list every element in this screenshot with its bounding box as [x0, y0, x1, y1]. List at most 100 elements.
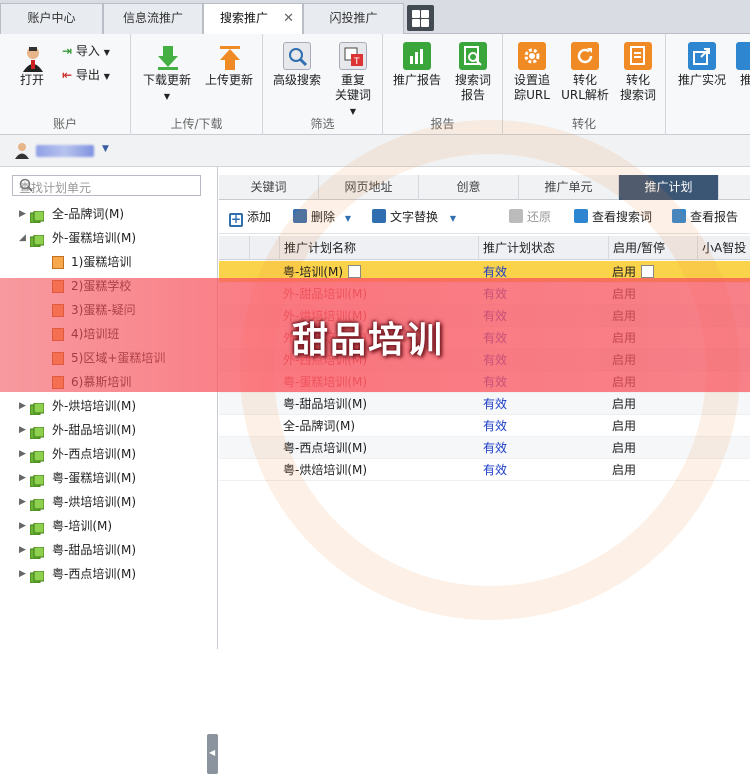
plan-name: 全-品牌词(M) [283, 419, 356, 433]
delete-button[interactable]: 删除 ▼ [293, 209, 351, 227]
plan-name-cell[interactable]: 粤-培训(M) [283, 261, 478, 283]
header-plan-name[interactable]: 推广计划名称 [279, 236, 478, 260]
tree-plan-item[interactable]: ▶ 外-烘培培训(M) [0, 395, 206, 417]
chevron-down-icon[interactable]: ▼ [102, 144, 109, 154]
view-search-terms-button[interactable]: 查看搜索词 [574, 209, 652, 225]
advanced-search-button[interactable]: 高级搜索 [269, 42, 325, 88]
tree-unit-item[interactable]: 6)慕斯培训 [0, 371, 206, 393]
plan-name-cell[interactable]: 全-品牌词(M) [283, 415, 478, 437]
tree-plan-item[interactable]: ▶ 全-品牌词(M) [0, 203, 206, 225]
tree-plan-item[interactable]: ▶ 粤-甜品培训(M) [0, 539, 206, 561]
view-search-label: 查看搜索词 [592, 210, 653, 224]
expand-right-icon[interactable]: ▶ [19, 395, 26, 417]
set-tracking-url-button[interactable]: 设置追 踪URL [507, 42, 557, 103]
tree-plan-item[interactable]: ▶ 外-西点培训(M) [0, 443, 206, 465]
edit-icon[interactable] [348, 265, 362, 278]
plan-name-cell[interactable]: 粤-蛋糕培训(M) [283, 371, 478, 393]
table-row[interactable]: 全-品牌词(M) 有效 启用 [219, 415, 750, 437]
conversion-search-term-button[interactable]: 转化 搜索词 [613, 42, 663, 103]
expand-right-icon[interactable]: ▶ [19, 515, 26, 537]
tab-creatives[interactable]: 创意 [419, 175, 519, 200]
enable-state-cell[interactable]: 启用 [612, 393, 697, 415]
account-name-blurred[interactable] [36, 145, 94, 157]
table-row[interactable]: 粤-蛋糕培训(M) 有效 启用 [219, 371, 750, 393]
tree-unit-item[interactable]: 4)培训班 [0, 323, 206, 345]
enable-state-cell[interactable]: 启用 [612, 349, 697, 371]
tree-plan-item[interactable]: ▶ 外-甜品培训(M) [0, 419, 206, 441]
add-button[interactable]: + 添加 [229, 209, 271, 227]
import-label: 导入 [75, 44, 100, 58]
expand-right-icon[interactable]: ▶ [19, 563, 26, 585]
enable-state-cell[interactable]: 启用 [612, 261, 697, 283]
open-button[interactable]: 打开 [10, 42, 54, 88]
tree-plan-item[interactable]: ▶ 粤-蛋糕培训(M) [0, 467, 206, 489]
header-smart-bid[interactable]: 小A智投 [697, 236, 750, 260]
collapse-handle[interactable]: ◀ [207, 734, 218, 774]
tab-keywords[interactable]: 关键词 [219, 175, 319, 200]
enable-state-cell[interactable]: 启用 [612, 305, 697, 327]
more-button[interactable]: 推 [736, 42, 750, 88]
table-row[interactable]: 粤-西点培训(M) 有效 启用 [219, 437, 750, 459]
tab-flash-promo[interactable]: 闪投推广 [303, 3, 404, 34]
tab-units[interactable]: 推广单元 [519, 175, 619, 200]
expand-down-icon[interactable]: ◢ [19, 227, 26, 249]
conversion-url-parse-button[interactable]: 转化 URL解析 [559, 42, 611, 103]
promo-live-button[interactable]: 推广实况 [674, 42, 730, 88]
plan-name-cell[interactable]: 粤-西点培训(M) [283, 437, 478, 459]
tree-plan-item[interactable]: ▶ 粤-西点培训(M) [0, 563, 206, 585]
tree-plan-item[interactable]: ▶ 粤-培训(M) [0, 515, 206, 537]
duplicate-keyword-button[interactable]: T 重复 关键词 ▼ [327, 42, 379, 119]
tree-plan-item[interactable]: ▶ 粤-烘培培训(M) [0, 491, 206, 513]
tree-unit-item[interactable]: 3)蛋糕-疑问 [0, 299, 206, 321]
enable-state-cell[interactable]: 启用 [612, 437, 697, 459]
tab-search-promo[interactable]: 搜索推广 ✕ [203, 3, 303, 35]
enable-state-cell[interactable]: 启用 [612, 459, 697, 481]
tab-urls[interactable]: 网页地址 [319, 175, 419, 200]
expand-right-icon[interactable]: ▶ [19, 539, 26, 561]
restore-button[interactable]: 还原 [509, 209, 551, 225]
expand-right-icon[interactable]: ▶ [19, 419, 26, 441]
enable-state-cell[interactable]: 启用 [612, 327, 697, 349]
tab-label: 信息流推广 [122, 11, 183, 25]
tree-plan-item[interactable]: ◢ 外-蛋糕培训(M) [0, 227, 206, 249]
tree-unit-item[interactable]: 2)蛋糕学校 [0, 275, 206, 297]
tree-unit-item[interactable]: 5)区域+蛋糕培训 [0, 347, 206, 369]
expand-right-icon[interactable]: ▶ [19, 443, 26, 465]
enable-state-cell[interactable]: 启用 [612, 283, 697, 305]
expand-right-icon[interactable]: ▶ [19, 203, 26, 225]
tab-account-center[interactable]: 账户中心 [0, 3, 103, 34]
tab-plans[interactable]: 推广计划 [619, 175, 719, 200]
table-row[interactable]: 外-甜品培训(M) 有效 启用 [219, 283, 750, 305]
text-replace-button[interactable]: 文字替换 ▼ [372, 209, 456, 227]
header-plan-status[interactable]: 推广计划状态 [478, 236, 608, 260]
plan-name-cell[interactable]: 粤-烘焙培训(M) [283, 459, 478, 481]
search-term-report-button[interactable]: 搜索词 报告 [447, 42, 499, 103]
export-button[interactable]: ⇤ 导出 ▼ [62, 66, 110, 83]
search-icon[interactable] [19, 178, 33, 192]
download-update-button[interactable]: 下载更新 ▼ [137, 42, 197, 104]
expand-right-icon[interactable]: ▶ [19, 491, 26, 513]
edit-icon[interactable] [641, 265, 655, 278]
plan-status-cell: 有效 [483, 437, 608, 459]
plan-name-cell[interactable]: 粤-甜品培训(M) [283, 393, 478, 415]
tab-feed-promo[interactable]: 信息流推广 [103, 3, 203, 34]
promo-report-button[interactable]: 推广报告 [389, 42, 445, 88]
tree-unit-item[interactable]: 1)蛋糕培训 [0, 251, 206, 273]
enable-state: 启用 [612, 397, 637, 411]
header-enable-pause[interactable]: 启用/暂停 [608, 236, 697, 260]
table-row[interactable]: 粤-培训(M) 有效 启用 [219, 261, 750, 283]
plan-name-cell[interactable]: 外-甜品培训(M) [283, 283, 478, 305]
tab-label: 闪投推广 [329, 11, 378, 25]
enable-state-cell[interactable]: 启用 [612, 371, 697, 393]
table-row[interactable]: 粤-甜品培训(M) 有效 启用 [219, 393, 750, 415]
import-button[interactable]: ⇥ 导入 ▼ [62, 42, 110, 59]
expand-right-icon[interactable]: ▶ [19, 467, 26, 489]
enable-state-cell[interactable]: 启用 [612, 415, 697, 437]
close-icon[interactable]: ✕ [283, 4, 294, 33]
table-row[interactable]: 粤-烘焙培训(M) 有效 启用 [219, 459, 750, 481]
search-input[interactable]: 查找计划单元 [12, 175, 201, 196]
view-report-button[interactable]: 查看报告 [672, 209, 738, 225]
upload-update-button[interactable]: 上传更新 [199, 42, 259, 88]
grid-menu-icon[interactable] [407, 5, 434, 31]
chevron-down-icon: ▼ [103, 48, 110, 57]
